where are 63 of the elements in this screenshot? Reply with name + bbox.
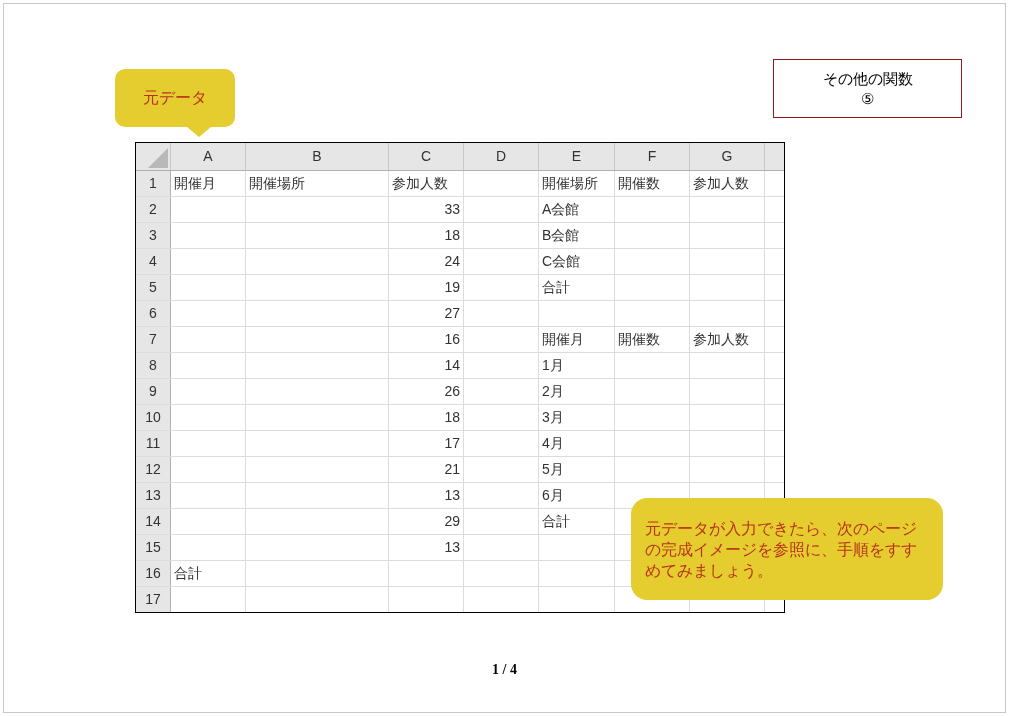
row-header: 9 bbox=[149, 382, 157, 401]
table-cell-text: 18 bbox=[444, 226, 460, 245]
table-cell-text: 2月 bbox=[542, 382, 564, 401]
row-header: 1 bbox=[149, 174, 157, 193]
row-header: 14 bbox=[145, 512, 161, 531]
corner-triangle-icon bbox=[148, 148, 168, 168]
table-cell-text: 開催場所 bbox=[542, 174, 598, 193]
table-cell-text: 27 bbox=[444, 304, 460, 323]
table-cell-text: 6月 bbox=[542, 486, 564, 505]
table-cell-text: 参加人数 bbox=[693, 174, 749, 193]
row-header: 8 bbox=[149, 356, 157, 375]
row-header: 15 bbox=[145, 538, 161, 557]
column-header: B bbox=[312, 147, 322, 166]
table-cell-text: 合計 bbox=[542, 512, 570, 531]
column-header: D bbox=[495, 147, 507, 166]
row-header: 2 bbox=[149, 200, 157, 219]
table-cell-text: 合計 bbox=[542, 278, 570, 297]
page-indicator: 1 / 4 bbox=[492, 661, 517, 679]
table-cell-text: 17 bbox=[444, 434, 460, 453]
table-cell-text: 合計 bbox=[174, 564, 202, 583]
table-cell-text: 33 bbox=[444, 200, 460, 219]
table-cell-text: 開催数 bbox=[618, 330, 660, 349]
table-cell-text: 開催月 bbox=[174, 174, 216, 193]
table-cell-text: 13 bbox=[444, 538, 460, 557]
table-cell-text: 開催数 bbox=[618, 174, 660, 193]
table-cell-text: 4月 bbox=[542, 434, 564, 453]
table-cell-text: B会館 bbox=[542, 226, 580, 245]
table-cell-text: C会館 bbox=[542, 252, 581, 271]
table-cell-text: 開催月 bbox=[542, 330, 584, 349]
row-header: 10 bbox=[145, 408, 161, 427]
title-box: その他の関数 ⑤ bbox=[773, 59, 962, 118]
table-cell-text: 開催場所 bbox=[249, 174, 305, 193]
table-cell-text: 19 bbox=[444, 278, 460, 297]
row-header: 7 bbox=[149, 330, 157, 349]
table-cell-text: 18 bbox=[444, 408, 460, 427]
row-header: 6 bbox=[149, 304, 157, 323]
table-cell-text: 24 bbox=[444, 252, 460, 271]
column-header: G bbox=[721, 147, 733, 166]
column-header: F bbox=[647, 147, 657, 166]
row-header: 16 bbox=[145, 564, 161, 583]
table-cell-text: 16 bbox=[444, 330, 460, 349]
column-header: C bbox=[420, 147, 432, 166]
table-cell-text: 5月 bbox=[542, 460, 564, 479]
row-header: 13 bbox=[145, 486, 161, 505]
table-cell-text: 13 bbox=[444, 486, 460, 505]
row-header: 11 bbox=[145, 434, 161, 453]
row-header: 5 bbox=[149, 278, 157, 297]
row-header: 17 bbox=[145, 590, 161, 609]
table-cell-text: 21 bbox=[444, 460, 460, 479]
table-cell-text: 3月 bbox=[542, 408, 564, 427]
column-header: A bbox=[203, 147, 213, 166]
callout-bubble: 元データが入力できたら、次のページの完成イメージを参照に、手順をすすめてみましょう。 bbox=[631, 498, 943, 600]
row-header: 12 bbox=[145, 460, 161, 479]
table-cell-text: 1月 bbox=[542, 356, 564, 375]
column-header: E bbox=[571, 147, 582, 166]
table-cell-text: 14 bbox=[444, 356, 460, 375]
table-cell-text: 26 bbox=[444, 382, 460, 401]
table-cell-text: 参加人数 bbox=[693, 330, 749, 349]
table-cell-text: A会館 bbox=[542, 200, 580, 219]
row-header: 4 bbox=[149, 252, 157, 271]
table-cell-text: 参加人数 bbox=[392, 174, 448, 193]
row-header: 3 bbox=[149, 226, 157, 245]
table-cell-text: 29 bbox=[444, 512, 460, 531]
